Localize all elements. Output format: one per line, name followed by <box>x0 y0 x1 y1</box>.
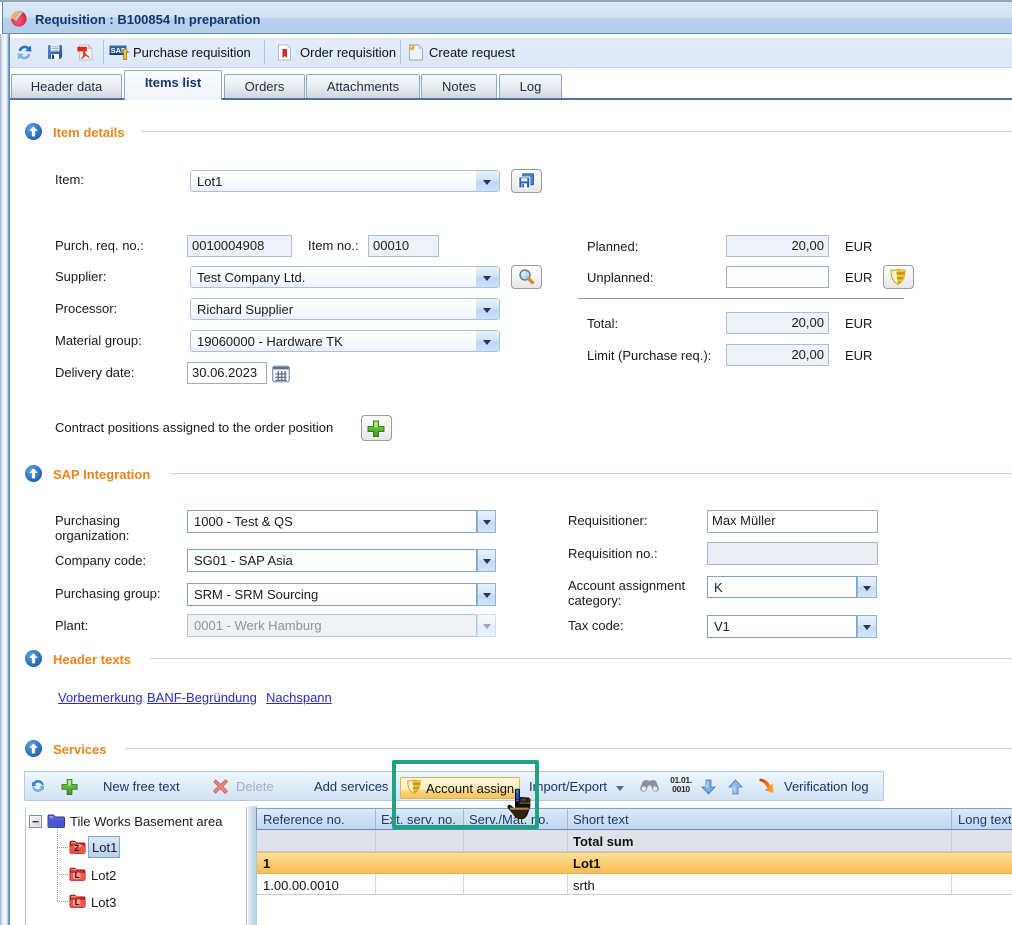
svg-text:Z: Z <box>74 844 79 853</box>
svg-text:L: L <box>75 898 80 907</box>
svg-text:L: L <box>75 871 80 880</box>
